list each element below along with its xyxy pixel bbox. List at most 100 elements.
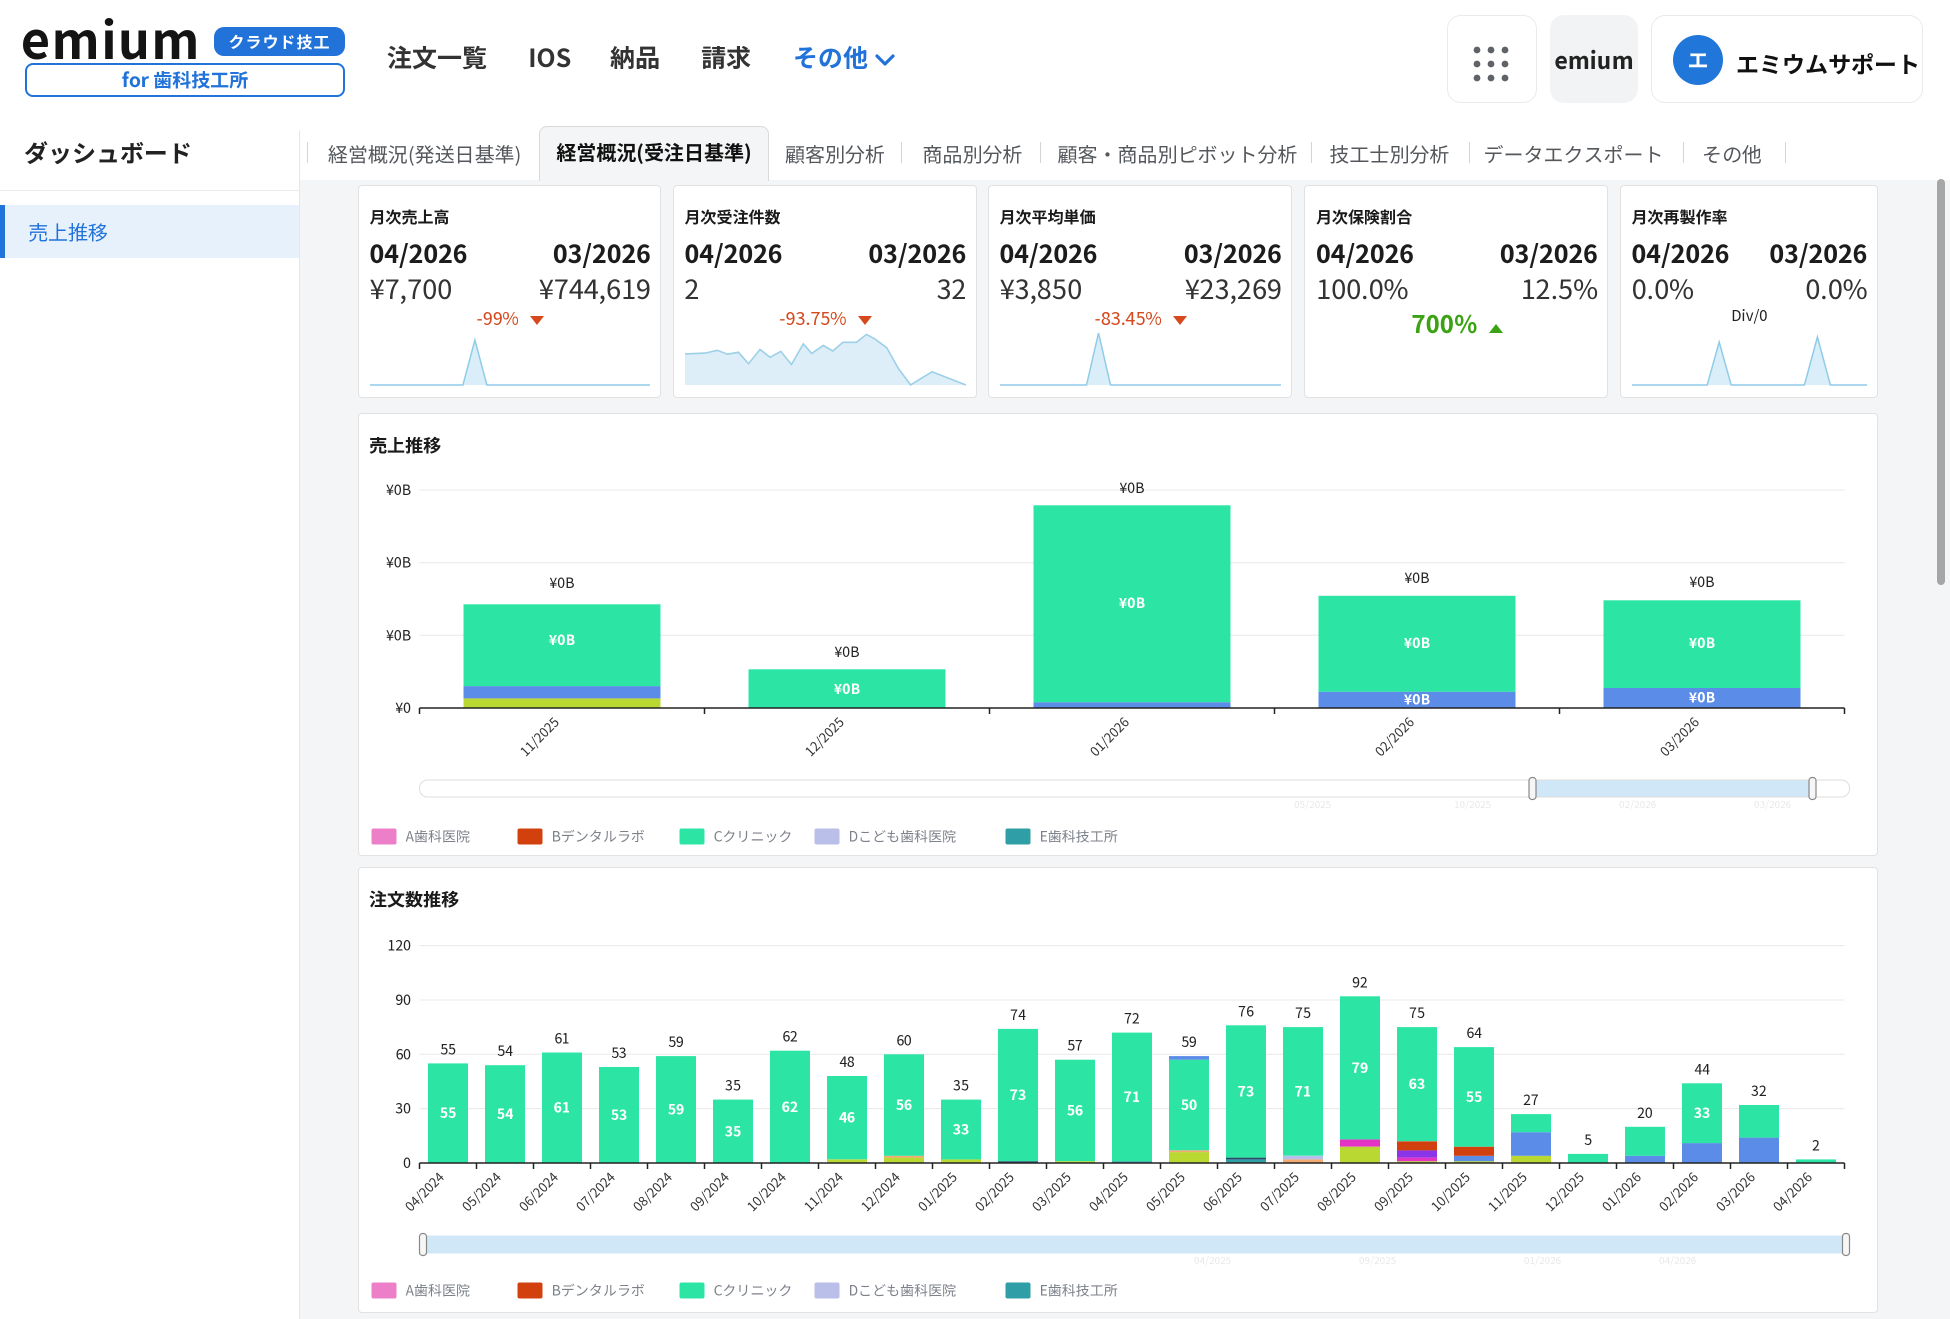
svg-text:08/2024: 08/2024 [628, 1167, 676, 1215]
svg-text:01/2026: 01/2026 [1597, 1167, 1645, 1215]
svg-text:Bデンタルラボ: Bデンタルラボ [551, 827, 644, 847]
svg-text:12/2025: 12/2025 [800, 712, 848, 760]
svg-text:63: 63 [1408, 1074, 1425, 1094]
svg-text:¥0B: ¥0B [1403, 690, 1429, 710]
svg-text:03/2026: 03/2026 [1754, 796, 1792, 811]
svg-text:74: 74 [1010, 1005, 1026, 1025]
svg-text:54: 54 [496, 1104, 513, 1124]
svg-text:07/2025: 07/2025 [1255, 1167, 1303, 1215]
svg-text:56: 56 [1066, 1101, 1083, 1121]
svg-text:¥0B: ¥0B [1688, 688, 1714, 708]
svg-text:55: 55 [440, 1039, 456, 1059]
svg-text:09/2025: 09/2025 [1369, 1167, 1417, 1215]
svg-text:02/2025: 02/2025 [970, 1167, 1018, 1215]
svg-text:01/2026: 01/2026 [1524, 1252, 1562, 1267]
svg-text:12/2024: 12/2024 [856, 1167, 904, 1215]
svg-text:53: 53 [611, 1043, 627, 1063]
svg-text:05/2025: 05/2025 [1294, 796, 1331, 811]
svg-text:Dこども歯科医院: Dこども歯科医院 [848, 827, 956, 847]
svg-text:¥0B: ¥0B [548, 630, 574, 650]
svg-text:62: 62 [782, 1027, 798, 1047]
svg-text:50: 50 [1180, 1095, 1197, 1115]
svg-text:¥0B: ¥0B [385, 625, 412, 645]
svg-text:44: 44 [1694, 1059, 1710, 1079]
svg-text:E歯科技工所: E歯科技工所 [1039, 827, 1117, 847]
svg-text:¥0B: ¥0B [833, 679, 859, 699]
svg-text:120: 120 [387, 936, 411, 956]
svg-text:Bデンタルラボ: Bデンタルラボ [551, 1281, 644, 1301]
svg-text:04/2025: 04/2025 [1194, 1252, 1231, 1267]
svg-text:90: 90 [395, 990, 411, 1010]
svg-text:73: 73 [1009, 1085, 1026, 1105]
svg-text:75: 75 [1409, 1003, 1425, 1023]
svg-text:5: 5 [1584, 1130, 1592, 1150]
svg-text:¥0B: ¥0B [385, 553, 412, 573]
svg-text:61: 61 [554, 1029, 570, 1049]
svg-text:79: 79 [1351, 1058, 1368, 1078]
svg-text:46: 46 [838, 1108, 855, 1128]
svg-text:57: 57 [1067, 1036, 1083, 1056]
svg-text:02/2026: 02/2026 [1654, 1167, 1702, 1215]
svg-text:06/2025: 06/2025 [1198, 1167, 1246, 1215]
svg-text:09/2025: 09/2025 [1359, 1252, 1396, 1267]
svg-text:¥0: ¥0 [394, 698, 411, 718]
svg-text:07/2024: 07/2024 [571, 1167, 619, 1215]
svg-text:71: 71 [1294, 1081, 1311, 1101]
svg-text:06/2024: 06/2024 [514, 1167, 562, 1215]
svg-text:¥0B: ¥0B [1118, 478, 1145, 498]
svg-text:05/2025: 05/2025 [1141, 1167, 1189, 1215]
svg-text:¥0B: ¥0B [1118, 593, 1144, 613]
svg-text:55: 55 [439, 1103, 456, 1123]
svg-text:08/2025: 08/2025 [1312, 1167, 1360, 1215]
svg-text:75: 75 [1295, 1003, 1311, 1023]
svg-text:03/2025: 03/2025 [1027, 1167, 1075, 1215]
svg-text:27: 27 [1523, 1090, 1539, 1110]
svg-text:09/2024: 09/2024 [685, 1167, 733, 1215]
svg-text:¥0B: ¥0B [833, 642, 860, 662]
svg-text:02/2026: 02/2026 [1370, 712, 1418, 760]
svg-text:¥0B: ¥0B [1688, 633, 1714, 653]
svg-text:Cクリニック: Cクリニック [713, 827, 792, 847]
svg-text:10/2025: 10/2025 [1426, 1167, 1474, 1215]
svg-text:60: 60 [896, 1030, 912, 1050]
svg-text:11/2024: 11/2024 [799, 1167, 847, 1215]
svg-text:73: 73 [1237, 1081, 1254, 1101]
svg-text:20: 20 [1637, 1103, 1653, 1123]
svg-text:¥0B: ¥0B [548, 573, 575, 593]
svg-text:03/2026: 03/2026 [1655, 712, 1703, 760]
svg-text:35: 35 [724, 1121, 741, 1141]
svg-text:72: 72 [1124, 1009, 1140, 1029]
svg-text:59: 59 [667, 1100, 684, 1120]
svg-text:59: 59 [1181, 1032, 1197, 1052]
svg-text:2: 2 [1812, 1135, 1820, 1155]
svg-text:30: 30 [395, 1099, 411, 1119]
svg-text:35: 35 [725, 1076, 741, 1096]
svg-text:35: 35 [953, 1076, 969, 1096]
svg-text:01/2026: 01/2026 [1085, 712, 1133, 760]
svg-text:¥0B: ¥0B [1688, 572, 1715, 592]
svg-text:11/2025: 11/2025 [515, 712, 563, 760]
svg-text:48: 48 [839, 1052, 855, 1072]
svg-text:32: 32 [1751, 1081, 1767, 1101]
svg-text:¥0B: ¥0B [1403, 568, 1430, 588]
svg-text:A歯科医院: A歯科医院 [405, 827, 470, 847]
svg-text:55: 55 [1465, 1087, 1482, 1107]
svg-text:64: 64 [1466, 1023, 1482, 1043]
svg-text:05/2024: 05/2024 [457, 1167, 505, 1215]
svg-text:注文数推移: 注文数推移 [369, 886, 459, 912]
svg-text:11/2025: 11/2025 [1483, 1167, 1531, 1215]
svg-text:56: 56 [895, 1095, 912, 1115]
svg-text:04/2026: 04/2026 [1768, 1167, 1816, 1215]
svg-text:02/2026: 02/2026 [1619, 796, 1657, 811]
svg-text:04/2024: 04/2024 [400, 1167, 448, 1215]
svg-text:71: 71 [1123, 1087, 1140, 1107]
svg-text:33: 33 [952, 1120, 969, 1140]
svg-text:Cクリニック: Cクリニック [713, 1281, 792, 1301]
svg-text:61: 61 [553, 1098, 570, 1118]
svg-text:売上推移: 売上推移 [369, 432, 441, 458]
svg-text:03/2026: 03/2026 [1711, 1167, 1759, 1215]
svg-text:Dこども歯科医院: Dこども歯科医院 [848, 1281, 956, 1301]
svg-text:33: 33 [1693, 1103, 1710, 1123]
svg-text:10/2025: 10/2025 [1454, 796, 1491, 811]
svg-text:04/2025: 04/2025 [1084, 1167, 1132, 1215]
